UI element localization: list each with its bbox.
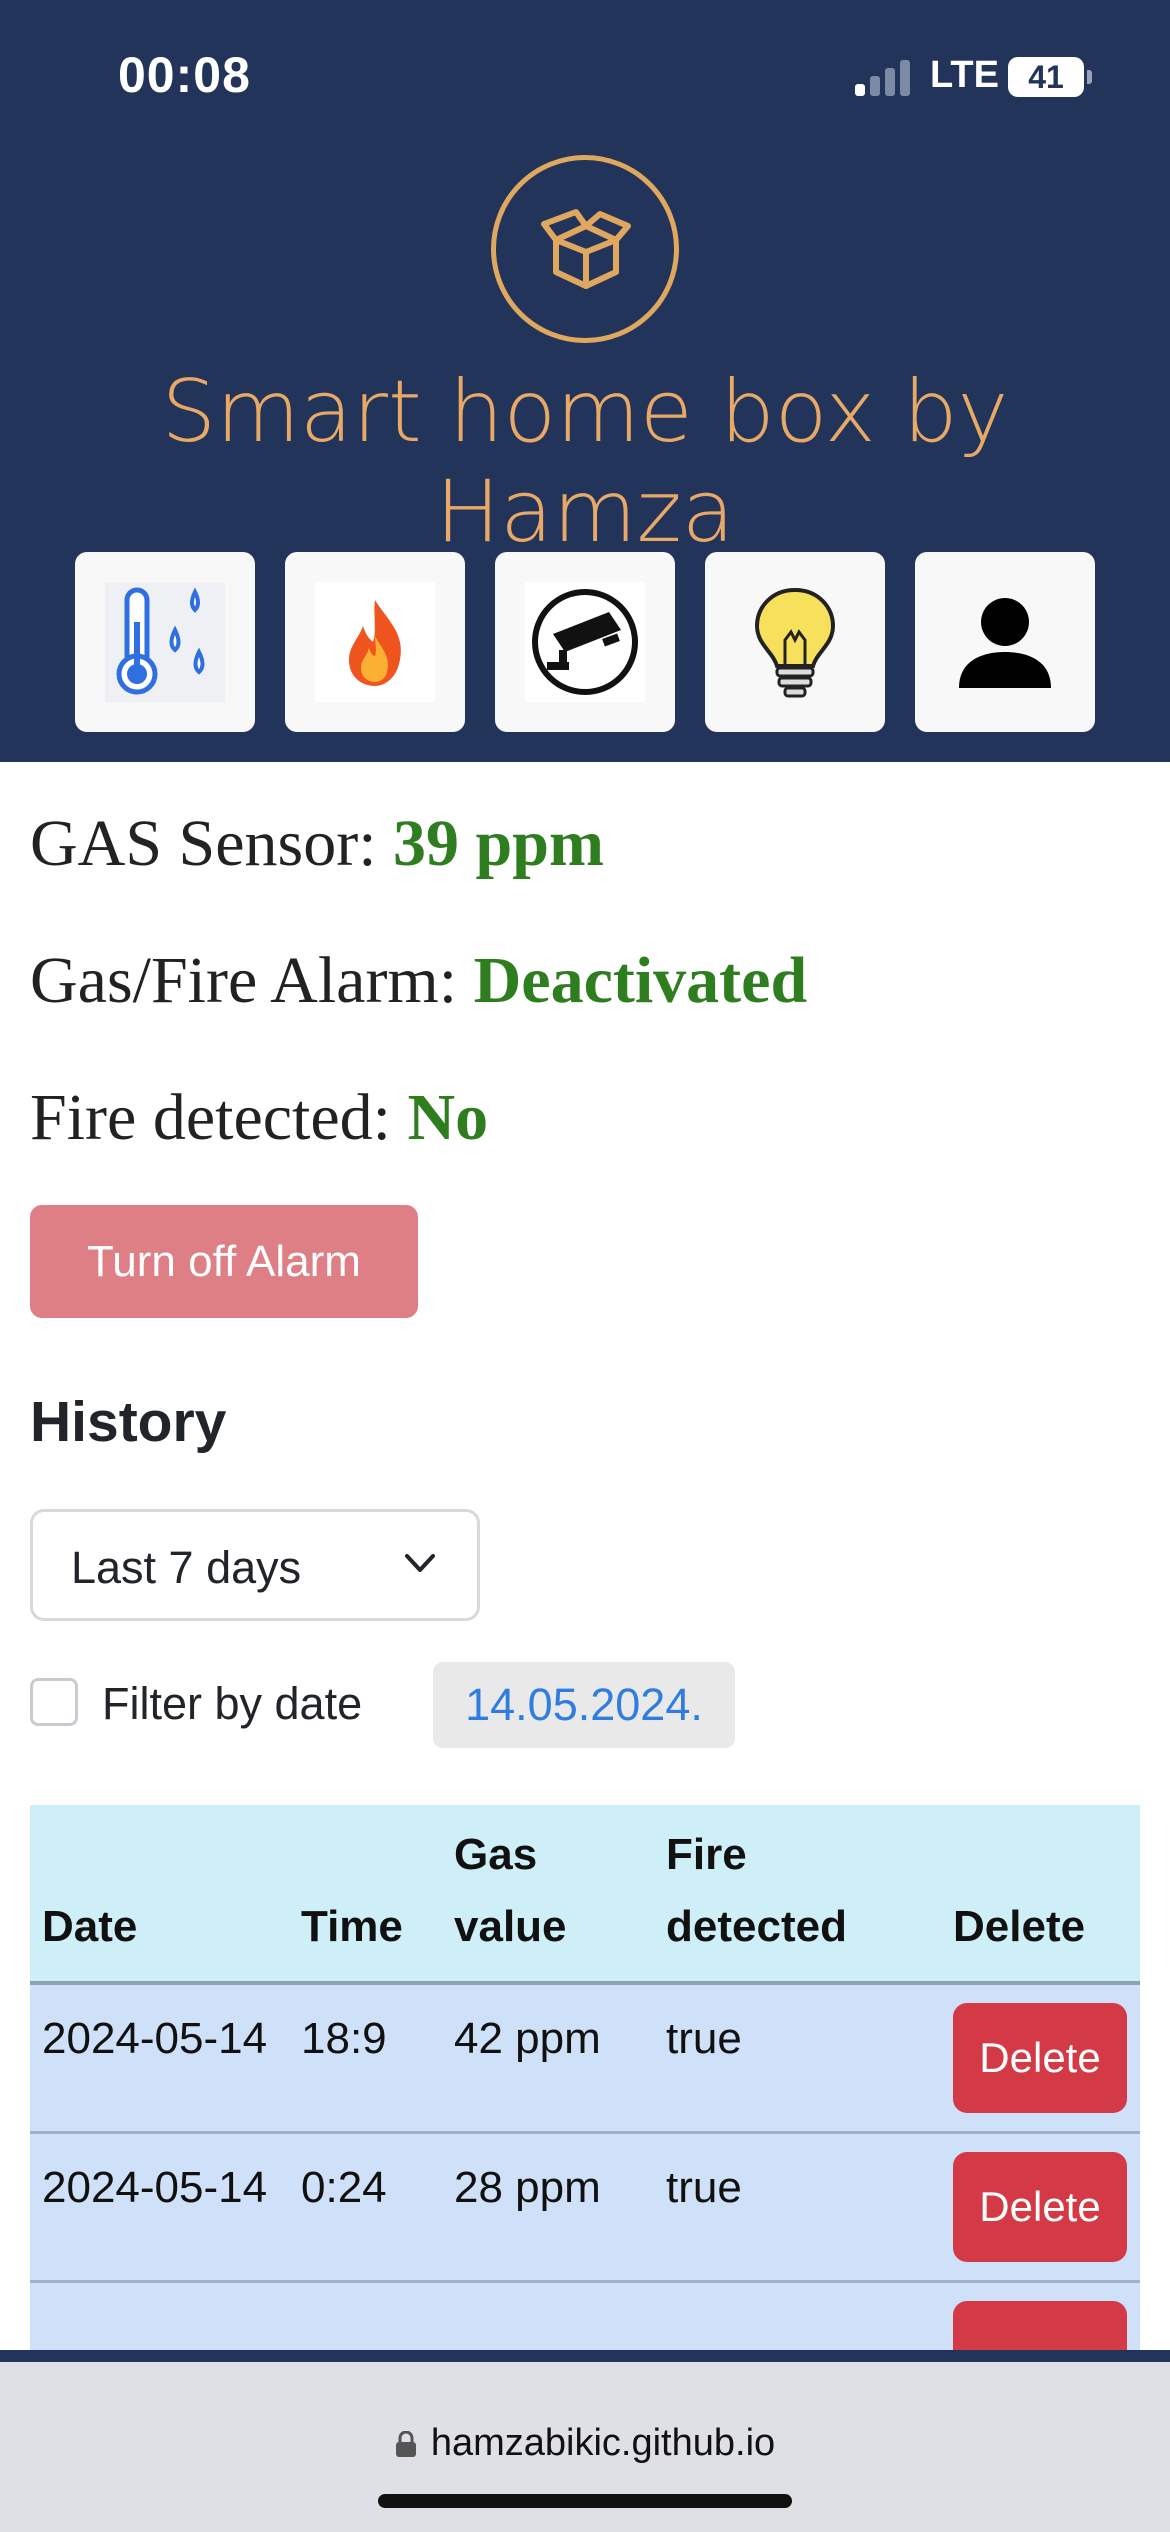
chevron-down-icon (405, 1554, 435, 1572)
table-header-row: Date Time Gas value Fire detected Delete (30, 1805, 1140, 1985)
open-box-icon[interactable] (491, 155, 679, 343)
security-camera-icon (525, 582, 645, 702)
browser-address-bar[interactable]: hamzabikic.github.io (0, 2362, 1170, 2532)
nav-profile[interactable] (915, 552, 1095, 732)
table-row: 2024-05-14 0:24 28 ppm true Delete (30, 2132, 1140, 2283)
date-filter-row: Filter by date 14.05.2024. (30, 1662, 1130, 1752)
cell-time: 0:24 (289, 2132, 442, 2283)
cell-fire-detected: true (654, 1983, 941, 2134)
fire-icon (315, 582, 435, 702)
light-bulb-icon (754, 587, 836, 698)
cell-delete: Delete (941, 2132, 1140, 2283)
cell-time: 18:9 (289, 1983, 442, 2134)
gas-sensor-value: 39 ppm (393, 807, 604, 880)
nav-climate[interactable] (75, 552, 255, 732)
delete-button[interactable] (953, 2301, 1127, 2350)
footer-strip (0, 2350, 1170, 2362)
cell-date: 2024-05-14 (30, 2132, 289, 2283)
cell-gas-value: 42 ppm (442, 1983, 654, 2134)
cell-date (30, 2281, 289, 2350)
app-header: 00:08 LTE 41 Smart home box by Hamza (0, 0, 1170, 762)
signal-icon (855, 58, 915, 96)
fire-detected-label: Fire detected: (30, 1081, 392, 1154)
fire-detected-value: No (407, 1081, 489, 1154)
alarm-status-label: Gas/Fire Alarm: (30, 944, 458, 1017)
cell-fire-detected (654, 2281, 941, 2350)
delete-button[interactable]: Delete (953, 2003, 1127, 2113)
history-table: Date Time Gas value Fire detected Delete… (30, 1805, 1140, 2350)
nav-camera[interactable] (495, 552, 675, 732)
table-row: 2024-05-14 18:9 42 ppm true Delete (30, 1983, 1140, 2134)
battery-level: 41 (1028, 59, 1064, 95)
header-delete: Delete (941, 1805, 1140, 1985)
alarm-status-line: Gas/Fire Alarm: Deactivated (30, 943, 807, 1019)
address-display[interactable]: hamzabikic.github.io (0, 2422, 1170, 2465)
nav-fire[interactable] (285, 552, 465, 732)
table-row (30, 2281, 1140, 2350)
main-content: GAS Sensor: 39 ppm Gas/Fire Alarm: Deact… (0, 762, 1170, 2350)
header-gas-value: Gas value (442, 1805, 654, 1985)
header-time: Time (289, 1805, 442, 1985)
cell-delete: Delete (941, 1983, 1140, 2134)
app-title: Smart home box by Hamza (161, 362, 1009, 562)
history-range-select[interactable]: Last 7 days (30, 1509, 480, 1621)
status-time: 00:08 (118, 47, 251, 103)
nav-bar (0, 552, 1170, 732)
cell-fire-detected: true (654, 2132, 941, 2283)
history-range-value: Last 7 days (71, 1542, 302, 1593)
nav-lights[interactable] (705, 552, 885, 732)
header-date: Date (30, 1805, 289, 1985)
status-bar: 00:08 LTE 41 (0, 0, 1170, 150)
filter-by-date-label: Filter by date (102, 1678, 363, 1729)
cell-time (289, 2281, 442, 2350)
filter-by-date-checkbox[interactable] (30, 1678, 78, 1726)
cell-gas-value (442, 2281, 654, 2350)
fire-detected-line: Fire detected: No (30, 1080, 488, 1156)
network-type: LTE (930, 54, 999, 96)
filter-date-picker[interactable]: 14.05.2024. (433, 1662, 735, 1748)
user-icon (959, 598, 1051, 688)
history-heading: History (30, 1390, 227, 1454)
gas-sensor-label: GAS Sensor: (30, 807, 377, 880)
gas-sensor-line: GAS Sensor: 39 ppm (30, 806, 604, 882)
lock-icon (395, 2424, 417, 2457)
cell-date: 2024-05-14 (30, 1983, 289, 2134)
turn-off-alarm-button[interactable]: Turn off Alarm (30, 1205, 418, 1318)
header-fire-detected: Fire detected (654, 1805, 941, 1985)
cell-gas-value: 28 ppm (442, 2132, 654, 2283)
home-indicator[interactable] (378, 2494, 792, 2508)
battery-icon: 41 (1008, 57, 1092, 97)
cell-delete (941, 2281, 1140, 2350)
delete-button[interactable]: Delete (953, 2152, 1127, 2262)
alarm-status-value: Deactivated (473, 944, 808, 1017)
url-text: hamzabikic.github.io (430, 2422, 776, 2464)
thermometer-humidity-icon (105, 582, 225, 702)
